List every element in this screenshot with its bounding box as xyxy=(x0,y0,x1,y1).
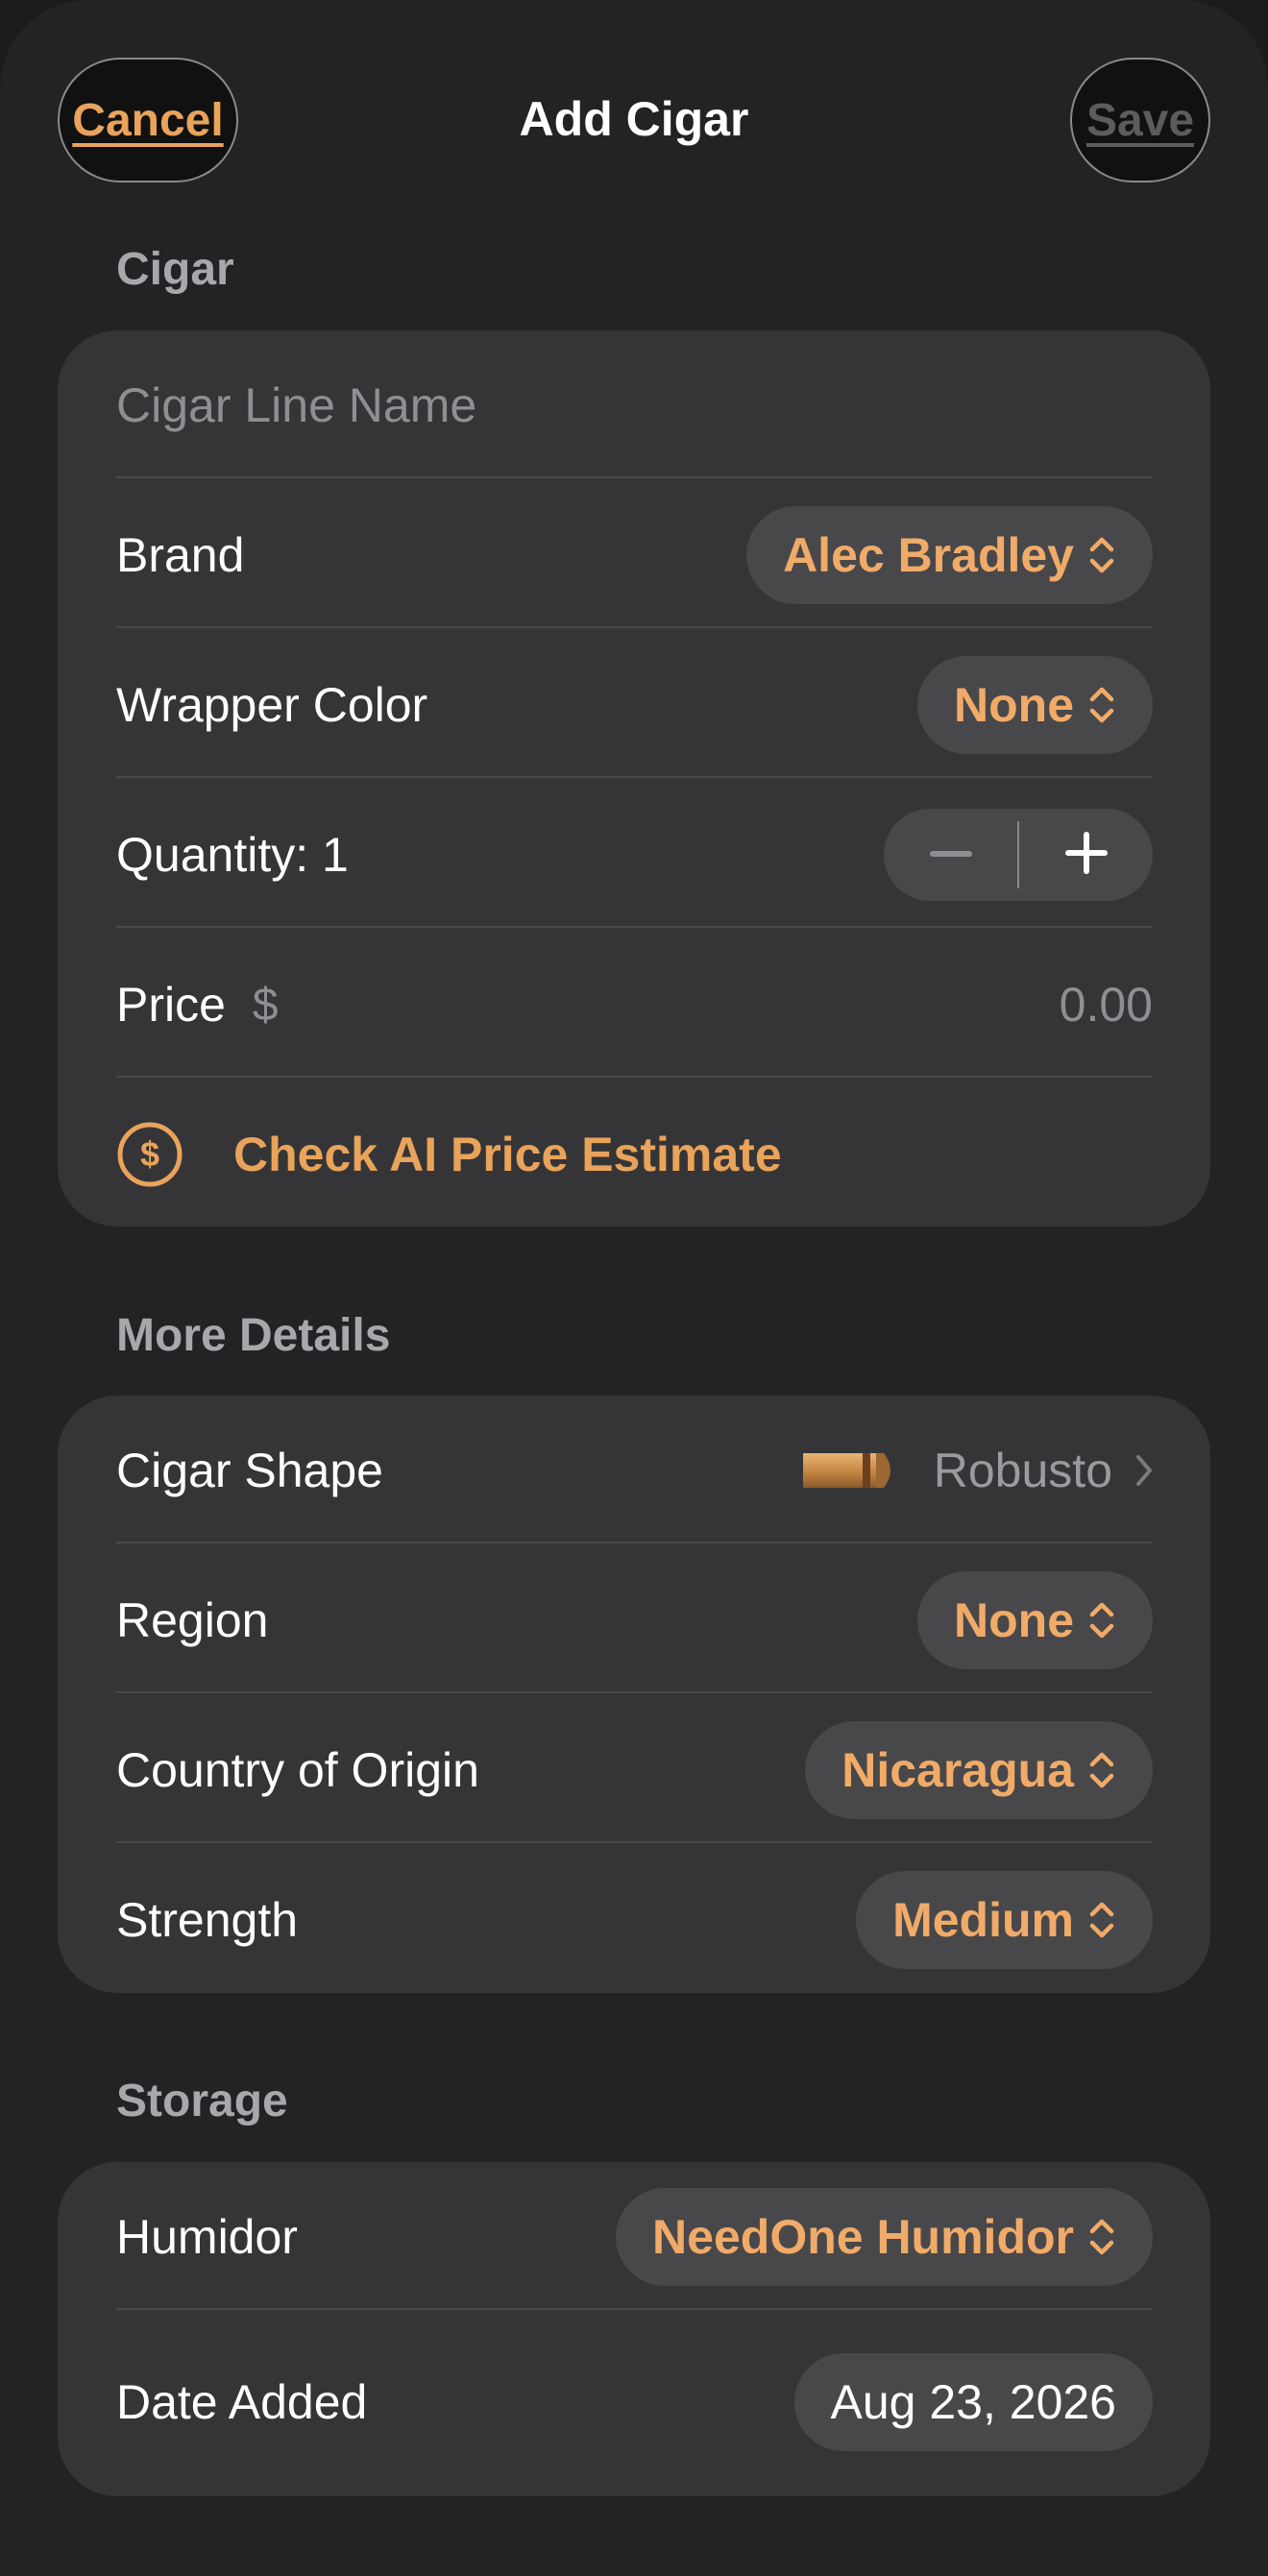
humidor-select[interactable]: NeedOne Humidor xyxy=(616,2188,1153,2286)
price-label: Price xyxy=(116,978,226,1032)
cigar-card: Cigar Line Name Brand Alec Bradley Wrapp… xyxy=(58,330,1210,1227)
region-row: Region None xyxy=(116,1545,1153,1695)
cigar-shape-label: Cigar Shape xyxy=(116,1444,383,1497)
country-of-origin-value: Nicaragua xyxy=(841,1743,1074,1797)
quantity-label: Quantity: 1 xyxy=(116,828,349,882)
decrement-button[interactable] xyxy=(884,809,1017,901)
region-value: None xyxy=(954,1593,1074,1647)
wrapper-color-label: Wrapper Color xyxy=(116,678,428,732)
date-added-value: Aug 23, 2026 xyxy=(830,2375,1117,2429)
chevron-right-icon xyxy=(1135,1454,1153,1487)
price-row: Price $ 0.00 xyxy=(116,930,1153,1080)
humidor-row: Humidor NeedOne Humidor xyxy=(116,2162,1153,2312)
country-of-origin-row: Country of Origin Nicaragua xyxy=(116,1695,1153,1845)
country-of-origin-select[interactable]: Nicaragua xyxy=(805,1721,1153,1819)
chevron-up-down-icon xyxy=(1087,2216,1116,2258)
strength-value: Medium xyxy=(892,1893,1074,1947)
divider xyxy=(116,1691,1153,1693)
chevron-up-down-icon xyxy=(1087,1899,1116,1941)
currency-symbol: $ xyxy=(252,979,279,1031)
increment-button[interactable] xyxy=(1019,809,1153,901)
wrapper-color-select[interactable]: None xyxy=(917,656,1153,754)
minus-icon xyxy=(929,846,972,863)
brand-value: Alec Bradley xyxy=(783,528,1074,582)
strength-label: Strength xyxy=(116,1893,299,1947)
divider xyxy=(116,1076,1153,1078)
section-header-cigar: Cigar xyxy=(116,244,234,295)
divider xyxy=(116,2308,1153,2310)
divider xyxy=(116,476,1153,478)
cigar-line-name-field[interactable]: Cigar Line Name xyxy=(116,330,1153,480)
storage-card: Humidor NeedOne Humidor Date Added Aug 2… xyxy=(58,2162,1210,2496)
divider xyxy=(116,626,1153,628)
humidor-value: NeedOne Humidor xyxy=(652,2210,1074,2264)
ai-price-estimate-label: Check AI Price Estimate xyxy=(233,1128,782,1181)
date-added-row: Date Added Aug 23, 2026 xyxy=(116,2327,1153,2477)
save-button[interactable]: Save xyxy=(1070,58,1210,182)
price-input[interactable]: 0.00 xyxy=(1060,977,1153,1033)
add-cigar-sheet: Cancel Add Cigar Save Cigar Cigar Line N… xyxy=(0,0,1268,2576)
region-select[interactable]: None xyxy=(917,1571,1153,1669)
more-details-card: Cigar Shape Robusto Region None Country … xyxy=(58,1396,1210,1993)
strength-select[interactable]: Medium xyxy=(856,1871,1153,1969)
cigar-icon xyxy=(802,1451,897,1490)
divider xyxy=(116,776,1153,778)
dollar-circle-icon: $ xyxy=(116,1121,183,1188)
chevron-up-down-icon xyxy=(1087,534,1116,576)
strength-row: Strength Medium xyxy=(116,1845,1153,1995)
ai-price-estimate-button[interactable]: $ Check AI Price Estimate xyxy=(116,1080,1153,1229)
wrapper-color-value: None xyxy=(954,678,1074,732)
chevron-up-down-icon xyxy=(1087,684,1116,726)
quantity-row: Quantity: 1 xyxy=(116,780,1153,930)
wrapper-color-row: Wrapper Color None xyxy=(116,630,1153,780)
brand-select[interactable]: Alec Bradley xyxy=(746,506,1153,604)
section-header-storage: Storage xyxy=(116,2076,288,2126)
date-added-picker[interactable]: Aug 23, 2026 xyxy=(793,2353,1153,2451)
divider xyxy=(116,926,1153,928)
brand-row: Brand Alec Bradley xyxy=(116,480,1153,630)
humidor-label: Humidor xyxy=(116,2210,298,2264)
cigar-line-name-placeholder: Cigar Line Name xyxy=(116,378,477,432)
chevron-up-down-icon xyxy=(1087,1749,1116,1791)
quantity-stepper xyxy=(884,809,1153,901)
country-of-origin-label: Country of Origin xyxy=(116,1743,479,1797)
date-added-label: Date Added xyxy=(116,2375,368,2429)
plus-icon xyxy=(1064,831,1108,879)
cigar-shape-value: Robusto xyxy=(933,1444,1112,1497)
section-header-more-details: More Details xyxy=(116,1310,391,1361)
divider xyxy=(116,1542,1153,1543)
region-label: Region xyxy=(116,1593,269,1647)
cigar-shape-row[interactable]: Cigar Shape Robusto xyxy=(116,1396,1153,1545)
brand-label: Brand xyxy=(116,528,245,582)
chevron-up-down-icon xyxy=(1087,1599,1116,1641)
svg-text:$: $ xyxy=(140,1134,159,1174)
divider xyxy=(116,1841,1153,1843)
